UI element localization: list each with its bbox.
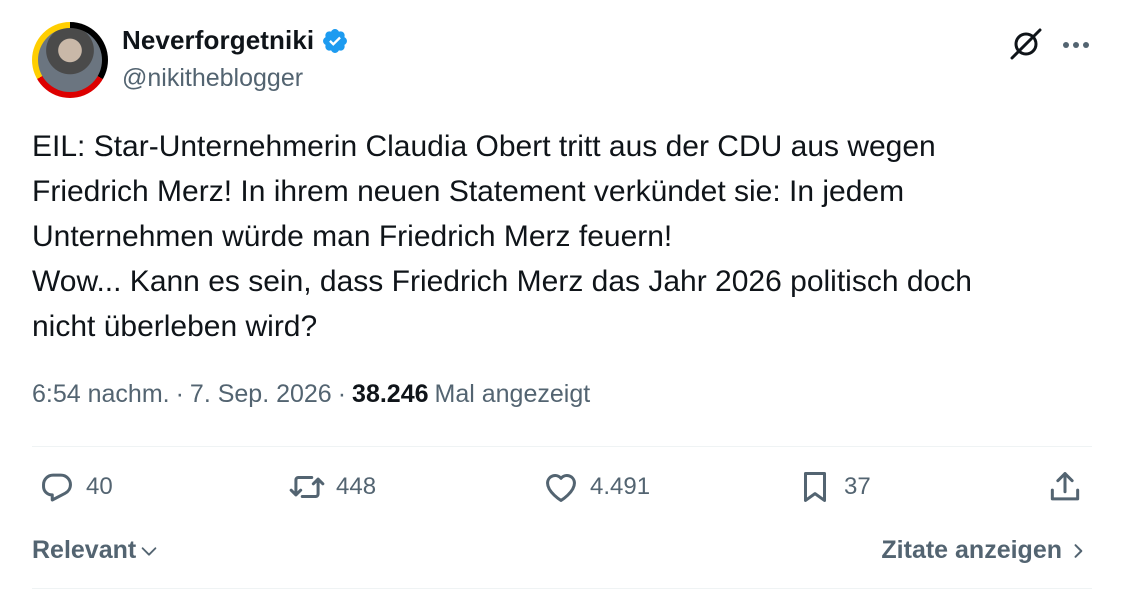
avatar-photo bbox=[38, 28, 102, 92]
share-button[interactable] bbox=[1046, 468, 1084, 506]
view-quotes-link[interactable]: Zitate anzeigen bbox=[881, 536, 1088, 565]
tweet-footer: Relevant Zitate anzeigen bbox=[32, 534, 1092, 570]
repost-button[interactable]: 448 bbox=[288, 468, 376, 506]
more-icon[interactable] bbox=[1058, 30, 1094, 60]
meta-separator: · bbox=[337, 380, 347, 408]
verified-badge-icon bbox=[323, 28, 348, 53]
avatar[interactable] bbox=[32, 22, 108, 98]
chevron-right-icon bbox=[1074, 543, 1083, 558]
author-name-row: Neverforgetniki bbox=[122, 25, 349, 56]
repost-count: 448 bbox=[336, 473, 377, 500]
views-label: Mal angezeigt bbox=[434, 380, 591, 408]
bookmark-button[interactable]: 37 bbox=[796, 468, 871, 506]
tweet-text: EIL: Star-Unternehmerin Claudia Obert tr… bbox=[32, 130, 972, 343]
reply-count: 40 bbox=[86, 473, 113, 500]
tweet-time[interactable]: 6:54 nachm. bbox=[32, 380, 170, 409]
like-count: 4.491 bbox=[590, 473, 651, 500]
divider bbox=[32, 446, 1092, 447]
heart-icon bbox=[546, 474, 576, 502]
meta-separator: · bbox=[175, 380, 184, 408]
bookmark-icon bbox=[803, 472, 827, 502]
retweet-icon bbox=[289, 475, 325, 499]
views-count[interactable]: 38.246 bbox=[352, 380, 428, 409]
reply-button[interactable]: 40 bbox=[38, 468, 113, 506]
quotes-label: Zitate anzeigen bbox=[881, 536, 1062, 564]
bookmark-count: 37 bbox=[844, 473, 871, 500]
author-handle[interactable]: @nikitheblogger bbox=[122, 64, 303, 93]
author-display-name[interactable]: Neverforgetniki bbox=[122, 25, 314, 56]
chevron-down-icon bbox=[141, 546, 157, 556]
tweet-actions: 40 448 4.491 37 bbox=[32, 468, 1092, 516]
sort-relevant-dropdown[interactable]: Relevant bbox=[32, 536, 160, 565]
grok-icon[interactable] bbox=[1008, 26, 1044, 62]
tweet-meta: 6:54 nachm. · 7. Sep. 2026 · 38.246 Mal … bbox=[32, 380, 590, 409]
tweet-date[interactable]: 7. Sep. 2026 bbox=[190, 380, 332, 409]
reply-icon bbox=[42, 473, 72, 502]
like-button[interactable]: 4.491 bbox=[542, 468, 650, 506]
share-icon bbox=[1050, 472, 1080, 501]
sort-label: Relevant bbox=[32, 536, 137, 564]
divider bbox=[32, 588, 1092, 589]
tweet-header: Neverforgetniki @nikitheblogger bbox=[32, 22, 1094, 102]
